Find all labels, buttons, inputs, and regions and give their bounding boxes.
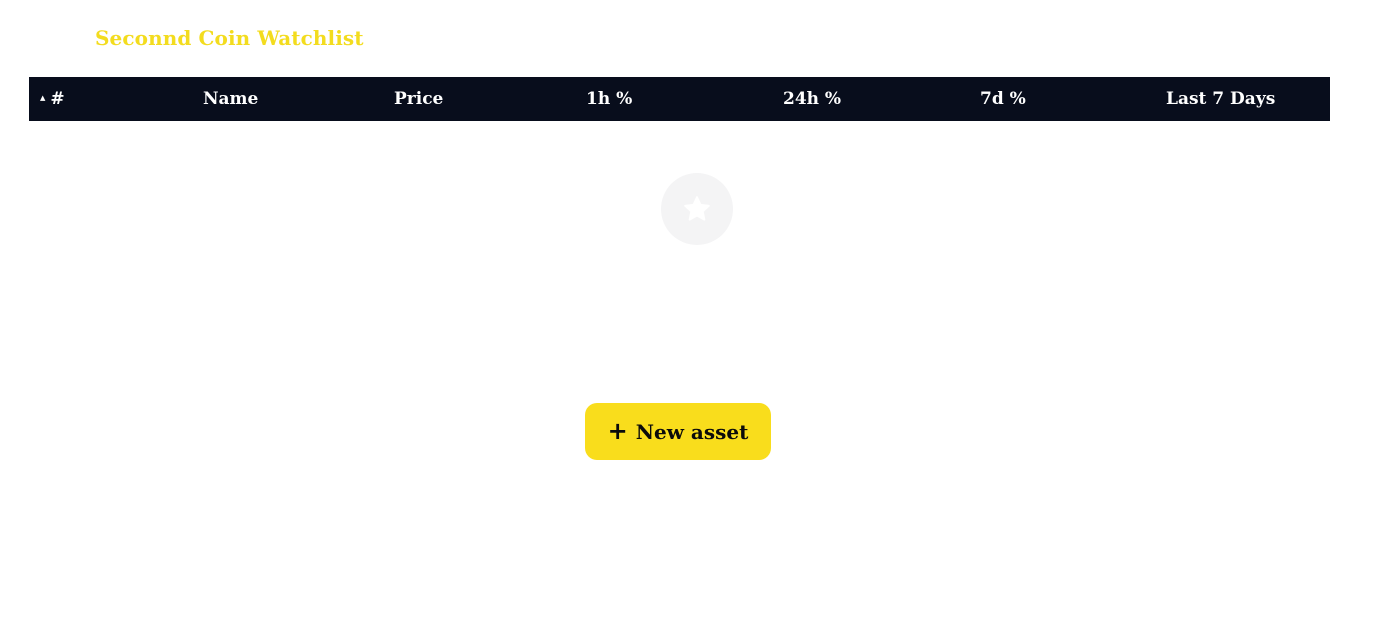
star-icon (684, 196, 710, 221)
column-header-24h[interactable]: 24h % (783, 77, 841, 121)
column-header-price[interactable]: Price (394, 77, 443, 121)
table-header: ▲ # Name Price 1h % 24h % 7d % Last 7 Day… (29, 77, 1330, 121)
plus-icon: + (607, 416, 628, 445)
column-header-1h[interactable]: 1h % (586, 77, 632, 121)
column-header-7d[interactable]: 7d % (980, 77, 1026, 121)
watchlist-title: Seconnd Coin Watchlist (95, 26, 364, 50)
column-header-name[interactable]: Name (203, 77, 258, 121)
sort-ascending-icon: ▲ (40, 92, 46, 102)
new-asset-label: New asset (635, 419, 749, 444)
column-header-last-7-days[interactable]: Last 7 Days (1166, 77, 1275, 121)
column-header-rank-label: # (50, 89, 65, 109)
column-header-rank[interactable]: ▲ # (40, 77, 65, 121)
new-asset-button[interactable]: + New asset (585, 403, 771, 460)
empty-watchlist-indicator (661, 173, 733, 245)
